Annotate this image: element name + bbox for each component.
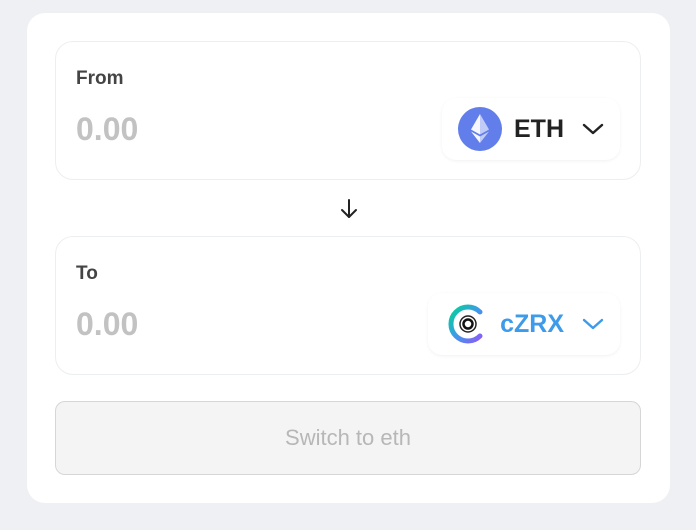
to-token-selector[interactable]: cZRX <box>428 293 620 355</box>
from-token-symbol: ETH <box>514 114 564 143</box>
from-amount-input[interactable] <box>76 108 316 150</box>
swap-card: From ETH To <box>27 13 670 503</box>
switch-button[interactable]: Switch to eth <box>55 401 641 475</box>
to-panel: To cZRX <box>55 236 641 375</box>
from-panel: From ETH <box>55 41 641 180</box>
to-token-symbol: cZRX <box>500 309 564 338</box>
from-label: From <box>76 68 124 89</box>
arrow-down-icon <box>341 199 357 218</box>
to-label: To <box>76 263 98 284</box>
to-amount-input[interactable] <box>76 303 316 345</box>
compound-zrx-icon <box>448 304 483 344</box>
chevron-down-icon <box>582 318 604 330</box>
ethereum-icon <box>458 107 502 151</box>
swap-direction <box>337 197 361 221</box>
from-token-selector[interactable]: ETH <box>442 98 620 160</box>
chevron-down-icon <box>582 123 604 135</box>
